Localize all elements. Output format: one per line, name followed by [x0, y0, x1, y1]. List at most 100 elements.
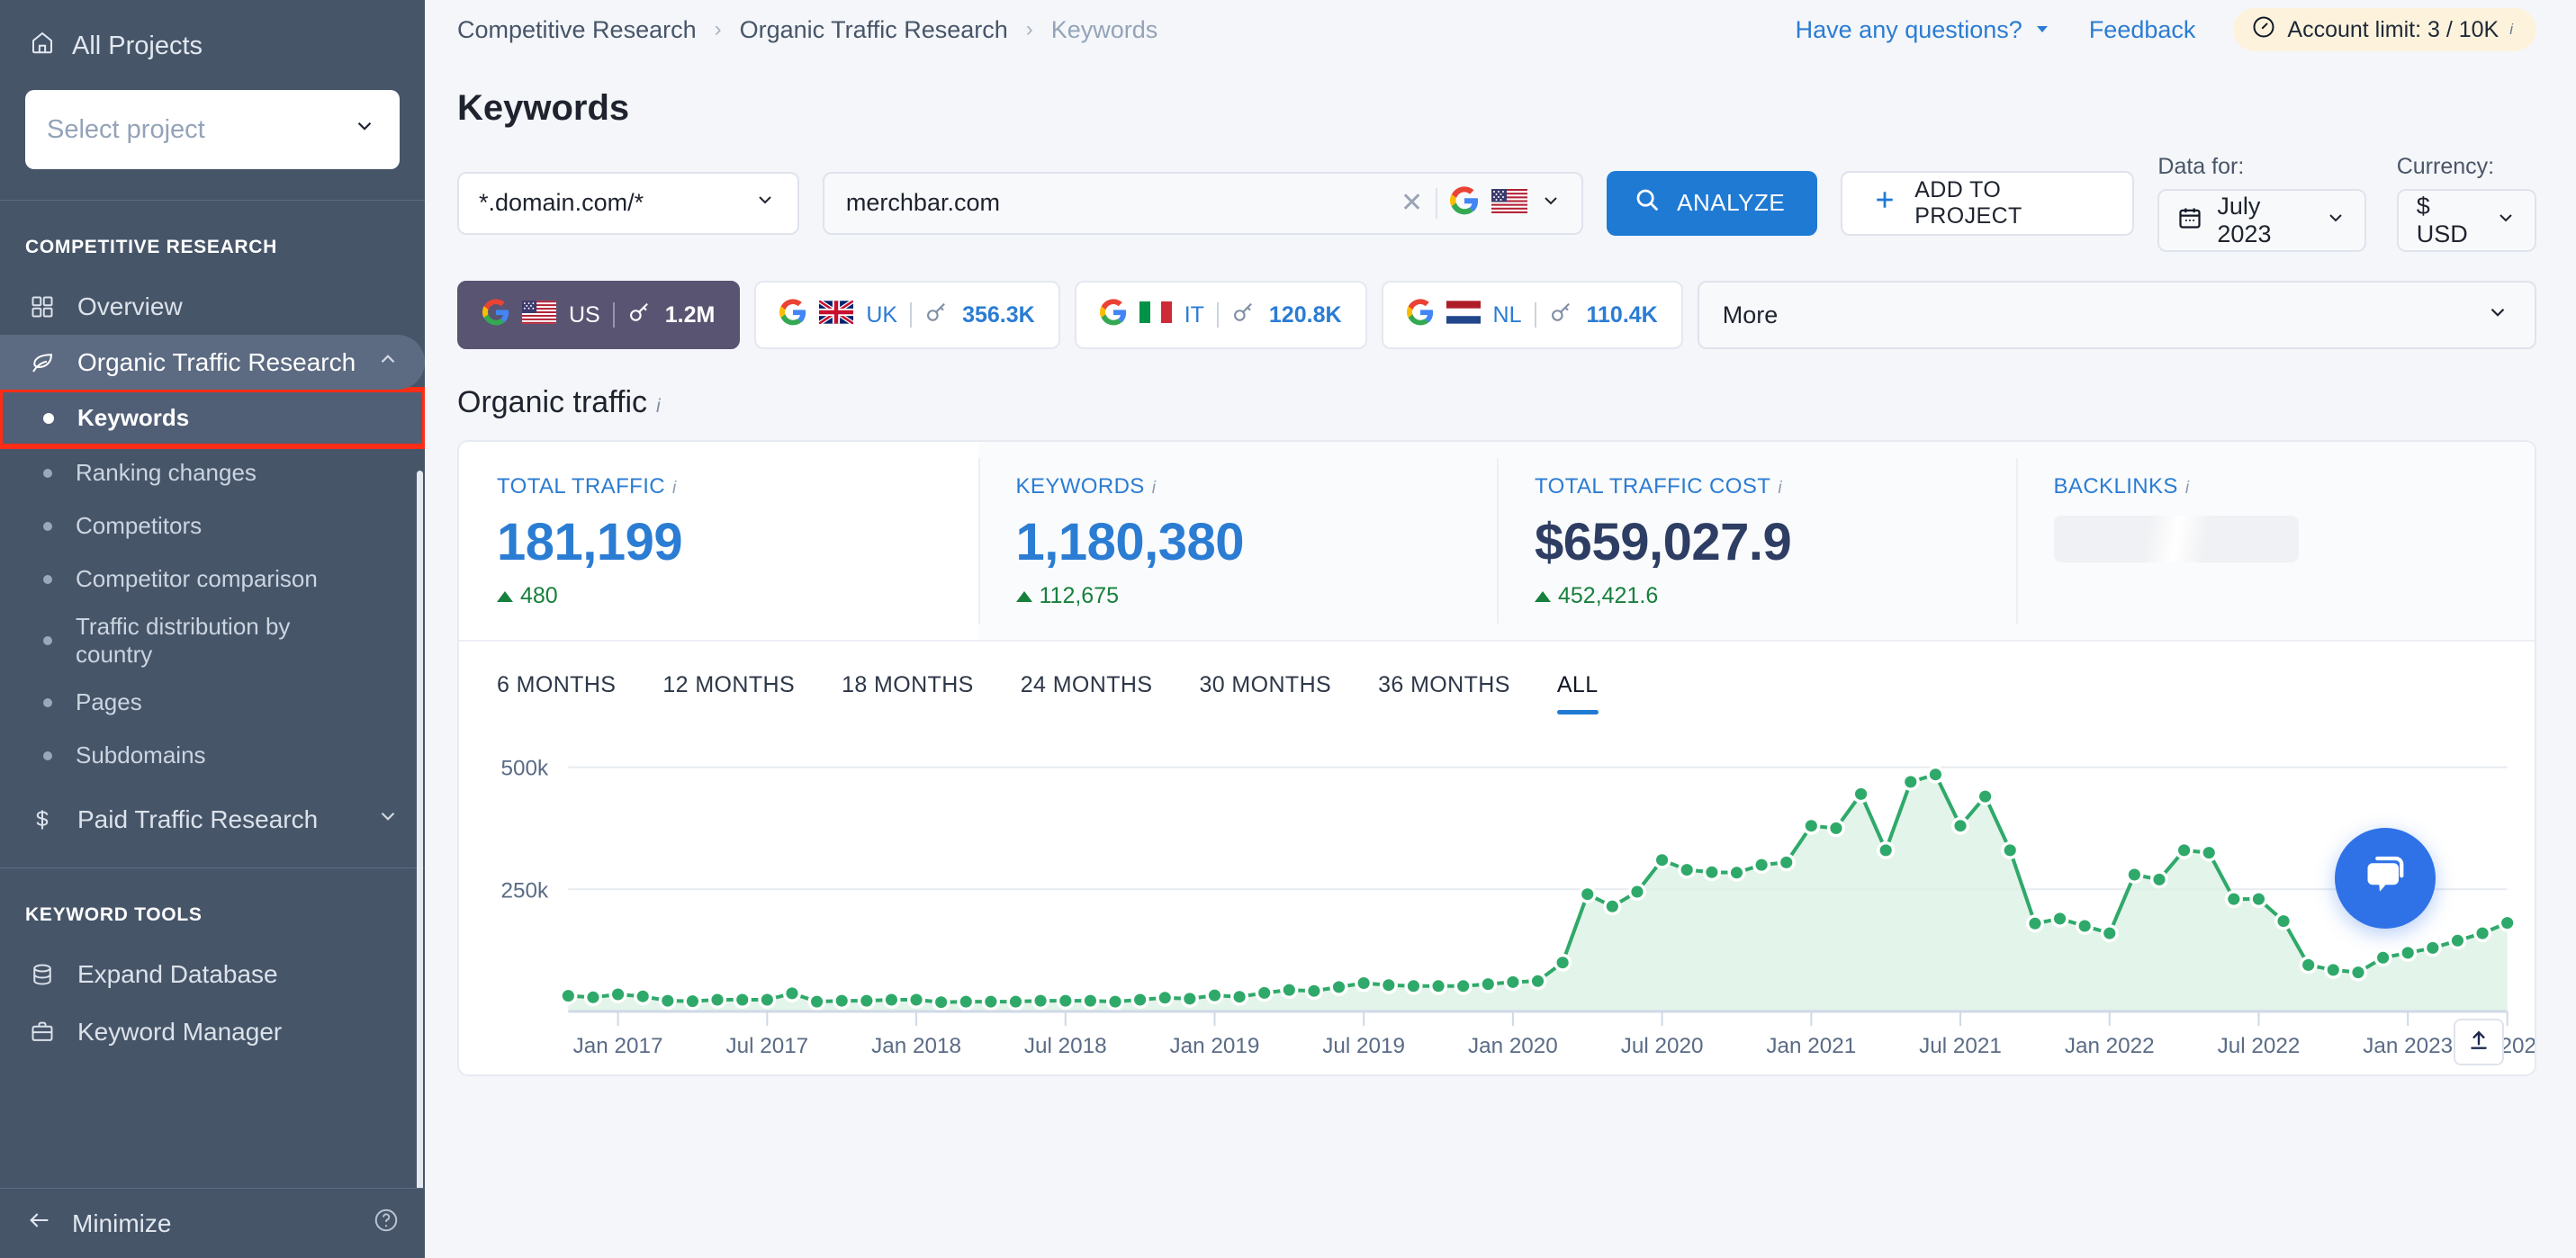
- tab-30-months[interactable]: 30 MONTHS: [1199, 672, 1331, 714]
- breadcrumb-separator-icon: ›: [1025, 17, 1033, 41]
- breadcrumb-item-current: Keywords: [1050, 15, 1158, 43]
- breadcrumb-separator-icon: ›: [714, 17, 722, 41]
- chevron-down-icon: [353, 114, 376, 145]
- search-input[interactable]: merchbar.com: [846, 189, 1388, 217]
- info-icon[interactable]: i: [2509, 21, 2513, 39]
- sidebar-item-subdomains[interactable]: Subdomains: [0, 729, 425, 782]
- date-picker[interactable]: July 2023: [2157, 189, 2366, 252]
- sidebar-item-label: Traffic distribution by country: [76, 613, 291, 669]
- svg-text:Jan 2018: Jan 2018: [871, 1034, 961, 1058]
- minimize-button[interactable]: Minimize: [0, 1189, 425, 1258]
- flag-us-icon: [1491, 188, 1528, 218]
- metric-delta: 112,675: [1015, 583, 1498, 609]
- have-questions-dropdown[interactable]: Have any questions?: [1796, 16, 2051, 44]
- organic-traffic-chart[interactable]: 250k 500k Jan 2017 Jul 2017 Jan 2018 Jul 201…: [459, 723, 2535, 1074]
- tab-24-months[interactable]: 24 MONTHS: [1021, 672, 1153, 714]
- chevron-down-icon: [2486, 301, 2509, 330]
- tab-6-months[interactable]: 6 MONTHS: [497, 672, 616, 714]
- sidebar-item-ranking-changes[interactable]: Ranking changes: [0, 446, 425, 499]
- all-projects-link[interactable]: All Projects: [25, 23, 400, 63]
- google-icon: [779, 298, 806, 332]
- chevron-down-icon: [2325, 207, 2346, 235]
- metric-label-wrapper: BACKLINKS i: [2054, 474, 2535, 499]
- clear-icon[interactable]: ✕: [1401, 187, 1423, 219]
- country-code: NL: [1492, 301, 1522, 328]
- metric-total-traffic: TOTAL TRAFFIC i 181,199 480: [459, 442, 978, 640]
- currency-select[interactable]: $ USD: [2396, 189, 2537, 252]
- info-icon[interactable]: i: [1778, 479, 1782, 499]
- section-title-label: Organic traffic: [457, 385, 648, 419]
- feedback-link[interactable]: Feedback: [2089, 16, 2196, 44]
- country-traffic: 120.8K: [1268, 301, 1342, 328]
- sidebar-item-expand-database[interactable]: Expand Database: [0, 946, 425, 1002]
- metric-delta: 480: [497, 583, 978, 609]
- sidebar-scrollbar[interactable]: [417, 471, 423, 1188]
- google-icon: [1450, 186, 1479, 220]
- country-traffic: 356.3K: [962, 301, 1035, 328]
- country-tab-nl[interactable]: NL 110.4K: [1381, 281, 1683, 349]
- tab-36-months[interactable]: 36 MONTHS: [1378, 672, 1510, 714]
- country-tab-it[interactable]: IT 120.8K: [1074, 281, 1367, 349]
- metric-delta-value: 480: [520, 583, 558, 608]
- sidebar-item-paid-traffic-research[interactable]: Paid Traffic Research: [0, 791, 425, 848]
- plus-icon: [1871, 186, 1898, 220]
- account-limit-badge[interactable]: Account limit: 3 / 10K i: [2233, 8, 2536, 51]
- metric-keywords: KEYWORDS i 1,180,380 112,675: [977, 442, 1498, 640]
- export-button[interactable]: [2454, 1019, 2504, 1065]
- bullet-icon: [43, 468, 52, 478]
- sidebar-item-competitor-comparison[interactable]: Competitor comparison: [0, 553, 425, 606]
- chevron-down-icon: [754, 189, 776, 217]
- sidebar-item-pages[interactable]: Pages: [0, 676, 425, 729]
- tab-18-months[interactable]: 18 MONTHS: [842, 672, 974, 714]
- metric-delta-value: 452,421.6: [1558, 583, 1659, 608]
- sidebar-item-competitors[interactable]: Competitors: [0, 499, 425, 553]
- svg-text:Jan 2021: Jan 2021: [1766, 1034, 1856, 1058]
- help-icon[interactable]: [373, 1207, 400, 1240]
- tab-12-months[interactable]: 12 MONTHS: [662, 672, 795, 714]
- breadcrumb-item-2[interactable]: Organic Traffic Research: [740, 16, 1008, 44]
- project-select[interactable]: Select project: [25, 90, 400, 169]
- upload-icon: [2467, 1029, 2490, 1056]
- google-icon: [1406, 298, 1434, 332]
- info-icon[interactable]: i: [656, 396, 661, 418]
- country-traffic: 1.2M: [664, 301, 716, 328]
- info-icon[interactable]: i: [2185, 479, 2190, 499]
- currency-label: Currency:: [2396, 154, 2495, 179]
- sidebar-item-label: Subdomains: [76, 741, 206, 769]
- add-to-project-button[interactable]: ADD TO PROJECT: [1841, 170, 2135, 236]
- domain-mode-select[interactable]: *.domain.com/*: [457, 171, 799, 235]
- sidebar-item-keyword-manager[interactable]: Keyword Manager: [0, 1003, 425, 1060]
- arrow-left-icon: [27, 1208, 52, 1239]
- organic-traffic-section-title: Organic traffic i: [425, 349, 2576, 420]
- key-icon: [1549, 300, 1574, 331]
- country-tab-uk[interactable]: UK 356.3K: [754, 281, 1060, 349]
- analyze-button[interactable]: ANALYZE: [1607, 170, 1818, 236]
- search-right-controls: Data for: July 2023 Currency: $ USD: [2157, 154, 2537, 252]
- add-to-project-label: ADD TO PROJECT: [1914, 176, 2022, 229]
- sidebar-item-overview[interactable]: Overview: [0, 278, 425, 335]
- metric-label: TOTAL TRAFFIC COST: [1535, 474, 1771, 499]
- sidebar-item-keywords[interactable]: Keywords: [0, 387, 425, 450]
- more-countries-dropdown[interactable]: More: [1697, 281, 2536, 349]
- svg-text:Jan 2022: Jan 2022: [2065, 1034, 2155, 1058]
- sidebar: All Projects Select project COMPETITIVE …: [0, 0, 425, 1258]
- currency-value: $ USD: [2416, 193, 2468, 247]
- sidebar-nav: COMPETITIVE RESEARCH Overview Organic Tr…: [0, 201, 425, 1188]
- breadcrumb-item-1[interactable]: Competitive Research: [457, 16, 697, 44]
- search-input-wrapper[interactable]: merchbar.com ✕: [822, 171, 1584, 235]
- sidebar-item-label: Competitor comparison: [76, 565, 318, 593]
- metric-label: BACKLINKS: [2053, 474, 2178, 499]
- country-tab-us[interactable]: US 1.2M: [457, 281, 741, 349]
- tab-all[interactable]: ALL: [1556, 672, 1599, 714]
- sidebar-item-traffic-distribution[interactable]: Traffic distribution by country: [0, 606, 425, 676]
- svg-text:Jul 2022: Jul 2022: [2218, 1034, 2301, 1058]
- info-icon[interactable]: i: [672, 479, 677, 499]
- sidebar-item-label: Pages: [76, 688, 142, 716]
- calendar-icon: [2177, 205, 2202, 237]
- bullet-icon: [43, 521, 52, 531]
- chevron-down-icon[interactable]: [1540, 190, 1562, 216]
- chat-widget-button[interactable]: [2335, 828, 2436, 929]
- info-icon[interactable]: i: [1152, 479, 1157, 499]
- sidebar-item-label: Ranking changes: [76, 459, 257, 487]
- sidebar-item-organic-traffic-research[interactable]: Organic Traffic Research: [0, 335, 425, 391]
